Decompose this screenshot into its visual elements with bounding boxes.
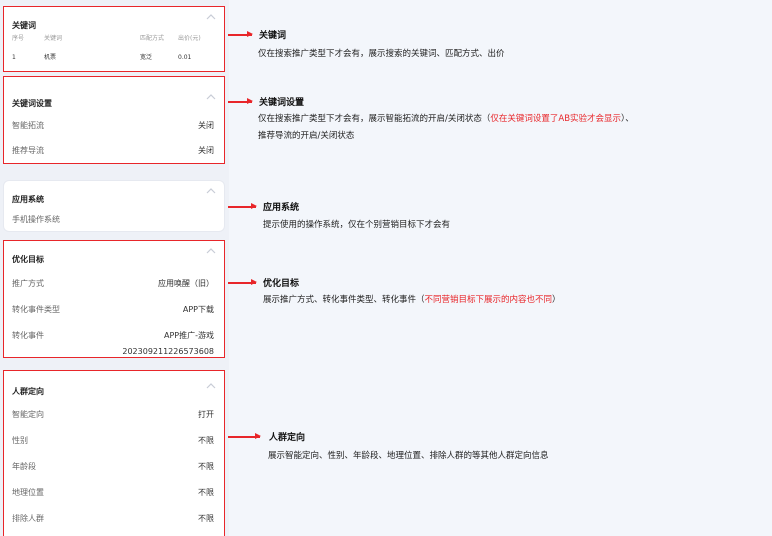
audience-key: 年龄段 bbox=[12, 462, 36, 471]
keyword-settings-title: 关键词设置 bbox=[12, 99, 52, 108]
keyword-panel-title: 关键词 bbox=[12, 21, 36, 30]
setting-value: 关闭 bbox=[198, 146, 214, 155]
opt-value: APP推广-游戏 bbox=[163, 331, 214, 340]
annotation-keyword-settings-title: 关键词设置 bbox=[259, 98, 305, 108]
row-index: 1 bbox=[12, 54, 16, 61]
annotation-audience-title: 人群定向 bbox=[269, 433, 306, 443]
arrow-keyword bbox=[228, 31, 253, 37]
table-header-match: 匹配方式 bbox=[140, 35, 165, 42]
audience-value: 不限 bbox=[198, 488, 214, 497]
chevron-up-icon[interactable] bbox=[206, 93, 216, 101]
table-header-bid: 出价(元) bbox=[178, 35, 201, 42]
annotation-text: ）、 bbox=[621, 114, 634, 124]
audience-row-gender: 性别 不限 bbox=[12, 434, 214, 448]
audience-panel: 人群定向 智能定向 打开 性别 不限 年龄段 不限 地理位置 不限 排除人群 不… bbox=[3, 370, 225, 536]
annotation-app-system-title: 应用系统 bbox=[263, 203, 300, 213]
chevron-up-icon[interactable] bbox=[206, 13, 216, 21]
opt-row-extra: 20230921122657360‌8 bbox=[12, 345, 214, 359]
app-system-panel: 应用系统 手机操作系统 bbox=[3, 180, 225, 232]
keyword-panel: 关键词 序号 关键词 匹配方式 出价(元) 1 机票 宽泛 0.01 bbox=[3, 6, 225, 72]
annotation-highlight: 仅在关键词设置了AB实验才会显示 bbox=[490, 114, 622, 124]
opt-key: 推广方式 bbox=[12, 279, 44, 288]
annotation-optimization-title: 优化目标 bbox=[263, 279, 300, 289]
opt-row-conv-type: 转化事件类型 APP下载 bbox=[12, 303, 214, 317]
app-system-row: 手机操作系统 bbox=[12, 213, 214, 227]
audience-key: 智能定向 bbox=[12, 410, 44, 419]
setting-key: 推荐导流 bbox=[12, 146, 44, 155]
optimization-panel: 优化目标 推广方式 应用唤醒（旧） 转化事件类型 APP下载 转化事件 APP推… bbox=[3, 240, 225, 358]
annotation-text: ） bbox=[552, 295, 561, 305]
keyword-panel-header[interactable]: 关键词 bbox=[12, 13, 216, 30]
annotation-text: 展示推广方式、转化事件类型、转化事件（ bbox=[263, 295, 425, 305]
annotation-keyword-body: 仅在搜索推广类型下才会有，展示搜索的关键词、匹配方式、出价 bbox=[258, 49, 505, 59]
keyword-settings-panel: 关键词设置 智能拓流 关闭 推荐导流 关闭 bbox=[3, 76, 225, 164]
row-match: 宽泛 bbox=[140, 54, 153, 61]
annotation-keyword-settings-body: 仅在搜索推广类型下才会有，展示智能拓流的开启/关闭状态（仅在关键词设置了AB实验… bbox=[258, 111, 768, 145]
app-system-key: 手机操作系统 bbox=[12, 215, 60, 224]
annotation-optimization-body: 展示推广方式、转化事件类型、转化事件（不同营销目标下展示的内容也不同） bbox=[263, 292, 561, 309]
audience-row-exclude: 排除人群 不限 bbox=[12, 512, 214, 526]
chevron-up-icon[interactable] bbox=[206, 247, 216, 255]
row-bid: 0.01 bbox=[178, 54, 192, 61]
audience-value: 不限 bbox=[198, 436, 214, 445]
audience-value: 不限 bbox=[198, 462, 214, 471]
opt-value: 应用唤醒（旧） bbox=[158, 279, 214, 288]
setting-key: 智能拓流 bbox=[12, 121, 44, 130]
annotation-text: 仅在搜索推广类型下才会有，展示智能拓流的开启/关闭状态（ bbox=[258, 114, 491, 124]
audience-row-age: 年龄段 不限 bbox=[12, 460, 214, 474]
audience-row-smart: 智能定向 打开 bbox=[12, 408, 214, 422]
table-row: 1 机票 宽泛 0.01 bbox=[12, 52, 216, 64]
chevron-up-icon[interactable] bbox=[206, 382, 216, 390]
opt-row-conv-event: 转化事件 APP推广-游戏 bbox=[12, 329, 214, 343]
annotation-app-system-body: 提示使用的操作系统，仅在个别营销目标下才会有 bbox=[263, 220, 451, 230]
opt-event-id: 20230921122657360‌8 bbox=[122, 347, 214, 356]
arrow-keyword-settings bbox=[228, 98, 253, 104]
annotation-text: 推荐导流的开启/关闭状态 bbox=[258, 131, 355, 141]
app-system-title: 应用系统 bbox=[12, 195, 44, 204]
audience-header[interactable]: 人群定向 bbox=[12, 379, 216, 396]
opt-key: 转化事件 bbox=[12, 331, 44, 340]
table-header-index: 序号 bbox=[12, 35, 25, 42]
audience-key: 地理位置 bbox=[12, 488, 44, 497]
audience-title: 人群定向 bbox=[12, 387, 44, 396]
setting-row-recommend: 推荐导流 关闭 bbox=[12, 144, 214, 158]
chevron-up-icon[interactable] bbox=[206, 187, 216, 195]
annotation-highlight: 不同营销目标下展示的内容也不同 bbox=[424, 295, 553, 305]
keyword-settings-header[interactable]: 关键词设置 bbox=[12, 91, 216, 108]
optimization-header[interactable]: 优化目标 bbox=[12, 247, 216, 264]
arrow-audience bbox=[228, 433, 261, 439]
audience-key: 性别 bbox=[12, 436, 28, 445]
optimization-title: 优化目标 bbox=[12, 255, 44, 264]
table-header-keyword: 关键词 bbox=[44, 35, 63, 42]
arrow-app-system bbox=[228, 203, 257, 209]
arrow-optimization bbox=[228, 279, 257, 285]
annotation-audience-body: 展示智能定向、性别、年龄段、地理位置、排除人群的等其他人群定向信息 bbox=[268, 451, 549, 461]
audience-row-geo: 地理位置 不限 bbox=[12, 486, 214, 500]
audience-value: 不限 bbox=[198, 514, 214, 523]
audience-value: 打开 bbox=[198, 410, 214, 419]
annotation-keyword-title: 关键词 bbox=[259, 31, 287, 41]
opt-row-promo-method: 推广方式 应用唤醒（旧） bbox=[12, 277, 214, 291]
row-keyword: 机票 bbox=[44, 54, 57, 61]
setting-value: 关闭 bbox=[198, 121, 214, 130]
keyword-table-header: 序号 关键词 匹配方式 出价(元) bbox=[12, 33, 216, 45]
opt-key: 转化事件类型 bbox=[12, 305, 60, 314]
audience-key: 排除人群 bbox=[12, 514, 44, 523]
opt-value: APP下载 bbox=[182, 305, 214, 314]
app-system-header[interactable]: 应用系统 bbox=[12, 187, 216, 204]
setting-row-smart-expand: 智能拓流 关闭 bbox=[12, 119, 214, 133]
